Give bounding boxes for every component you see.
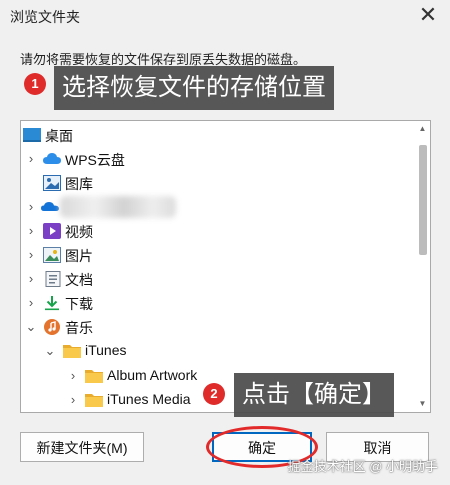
folder-icon (85, 394, 103, 407)
chevron-down-icon[interactable]: ⌄ (24, 315, 38, 339)
chevron-right-icon[interactable]: › (24, 291, 38, 315)
step-1-callout: 选择恢复文件的存储位置 (54, 66, 334, 110)
watermark: 掘金技术社区 @ 小明助手 (287, 459, 438, 474)
tree-item-videos[interactable]: › 视频 (21, 219, 413, 243)
video-icon (43, 223, 61, 239)
scroll-down-arrow-icon[interactable]: ▼ (416, 397, 429, 411)
step-2-badge: 2 (203, 383, 225, 405)
desktop-icon (23, 128, 41, 142)
tree-item-label: 图库 (65, 176, 93, 192)
scroll-up-arrow-icon[interactable]: ▲ (416, 122, 429, 136)
window-title: 浏览文件夹 (10, 9, 80, 25)
step-2-callout: 点击【确定】 (234, 373, 394, 417)
chevron-right-icon[interactable]: › (24, 243, 38, 267)
tree-item-label: 图片 (65, 248, 93, 264)
scrollbar-thumb[interactable] (419, 145, 427, 255)
tree-item-music[interactable]: ⌄ 音乐 (21, 315, 413, 339)
tree-item-label: 视频 (65, 224, 93, 240)
tree-item-downloads[interactable]: › 下载 (21, 291, 413, 315)
tree-item-label: 音乐 (65, 320, 93, 336)
redaction-blur (60, 196, 176, 218)
folder-icon (85, 370, 103, 383)
tree-item-label: 桌面 (45, 128, 73, 144)
chevron-down-icon[interactable]: ⌄ (43, 339, 57, 363)
title-bar: 浏览文件夹 ✕ (0, 0, 450, 32)
chevron-right-icon[interactable]: › (24, 267, 38, 291)
chevron-right-icon[interactable]: › (24, 195, 38, 219)
chevron-right-icon[interactable]: › (24, 219, 38, 243)
documents-icon (45, 271, 61, 287)
pictures-icon (43, 247, 61, 263)
tree-item-label: 文档 (65, 272, 93, 288)
tree-item-gallery[interactable]: 图库 (21, 171, 413, 195)
gallery-icon (43, 175, 61, 191)
tree-item-wps-cloud[interactable]: › WPS云盘 (21, 147, 413, 171)
folder-tree[interactable]: 桌面 › WPS云盘 图库 › › 视频 › 图片 › 文档 › 下载 ⌄ 音乐… (20, 120, 431, 413)
tree-item-label: Album Artwork (107, 367, 198, 383)
tree-item-desktop[interactable]: 桌面 (21, 123, 413, 147)
tree-item-label: WPS云盘 (65, 152, 125, 168)
tree-item-itunes[interactable]: ⌄ iTunes (21, 339, 413, 363)
folder-icon (63, 345, 81, 358)
tree-item-pictures[interactable]: › 图片 (21, 243, 413, 267)
tree-item-label: iTunes (85, 342, 127, 358)
tree-item-documents[interactable]: › 文档 (21, 267, 413, 291)
close-icon[interactable]: ✕ (414, 2, 442, 28)
step-1-badge: 1 (24, 73, 46, 95)
tree-item-label: 下载 (65, 296, 93, 312)
chevron-right-icon[interactable]: › (66, 388, 80, 412)
download-icon (45, 296, 59, 311)
tree-item-label: iTunes Media (107, 391, 191, 407)
onedrive-icon (41, 202, 59, 211)
chevron-right-icon[interactable]: › (66, 364, 80, 388)
new-folder-button[interactable]: 新建文件夹(M) (20, 432, 144, 462)
music-icon (44, 319, 60, 335)
cloud-icon (43, 153, 61, 164)
chevron-right-icon[interactable]: › (24, 147, 38, 171)
